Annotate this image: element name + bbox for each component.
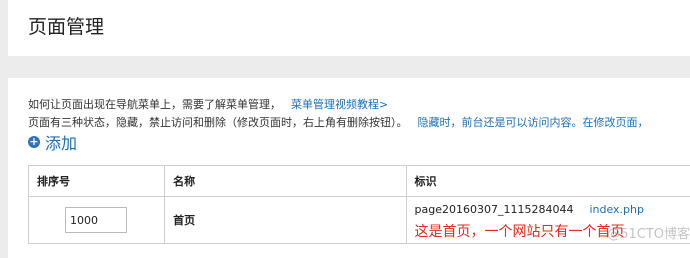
main-card: 如何让页面出现在导航菜单上，需要了解菜单管理， 菜单管理视频教程> 页面有三种状态…: [8, 78, 690, 258]
order-cell: [29, 197, 165, 244]
table-row: 首页 page20160307_1115284044 index.php 这是首页…: [29, 197, 690, 244]
ident-line: page20160307_1115284044 index.php: [415, 203, 644, 216]
page-name-cell: 首页: [165, 197, 406, 244]
add-button-label: 添加: [45, 130, 77, 154]
page-table: 排序号 名称 标识 首页 page20160307_1115284044 inde…: [28, 165, 690, 244]
help-line-menu: 如何让页面出现在导航菜单上，需要了解菜单管理， 菜单管理视频教程>: [28, 96, 388, 112]
plus-icon: +: [28, 136, 40, 148]
page-title: 页面管理: [28, 12, 104, 39]
menu-tutorial-link[interactable]: 菜单管理视频教程>: [291, 98, 388, 111]
column-header-ident: 标识: [406, 166, 690, 197]
help-line-status: 页面有三种状态，隐藏，禁止访问和删除（修改页面时，右上角有删除按钮）。隐藏时，前…: [28, 114, 649, 130]
column-header-order: 排序号: [29, 166, 165, 197]
order-input[interactable]: [65, 207, 127, 233]
table-header-row: 排序号 名称 标识: [29, 166, 690, 197]
header-card: 页面管理: [8, 0, 690, 56]
column-header-name: 名称: [165, 166, 406, 197]
help-text-status: 页面有三种状态，隐藏，禁止访问和删除（修改页面时，右上角有删除按钮）。: [28, 116, 408, 129]
homepage-note: 这是首页，一个网站只有一个首页: [415, 221, 625, 241]
add-button[interactable]: + 添加: [28, 130, 77, 154]
help-text-menu: 如何让页面出现在导航菜单上，需要了解菜单管理，: [28, 98, 281, 111]
watermark: @51CTO博客: [607, 223, 690, 242]
file-link[interactable]: index.php: [589, 203, 644, 216]
page-ident: page20160307_1115284044: [415, 203, 574, 216]
hidden-warning-text: 隐藏时，前台还是可以访问内容。在修改页面，: [418, 116, 649, 129]
